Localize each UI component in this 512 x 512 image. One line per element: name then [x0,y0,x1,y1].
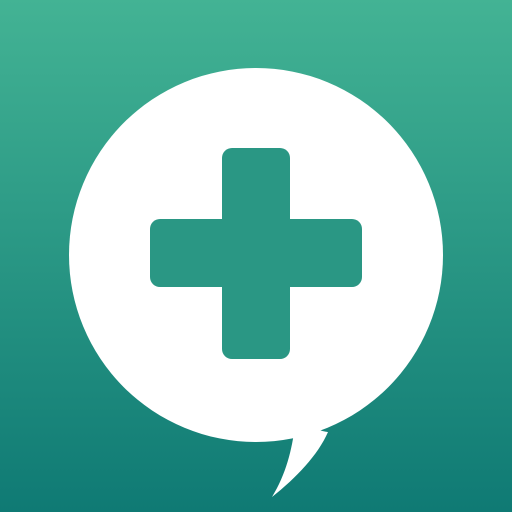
app-icon [0,0,512,512]
app-icon-graphic [0,0,512,512]
